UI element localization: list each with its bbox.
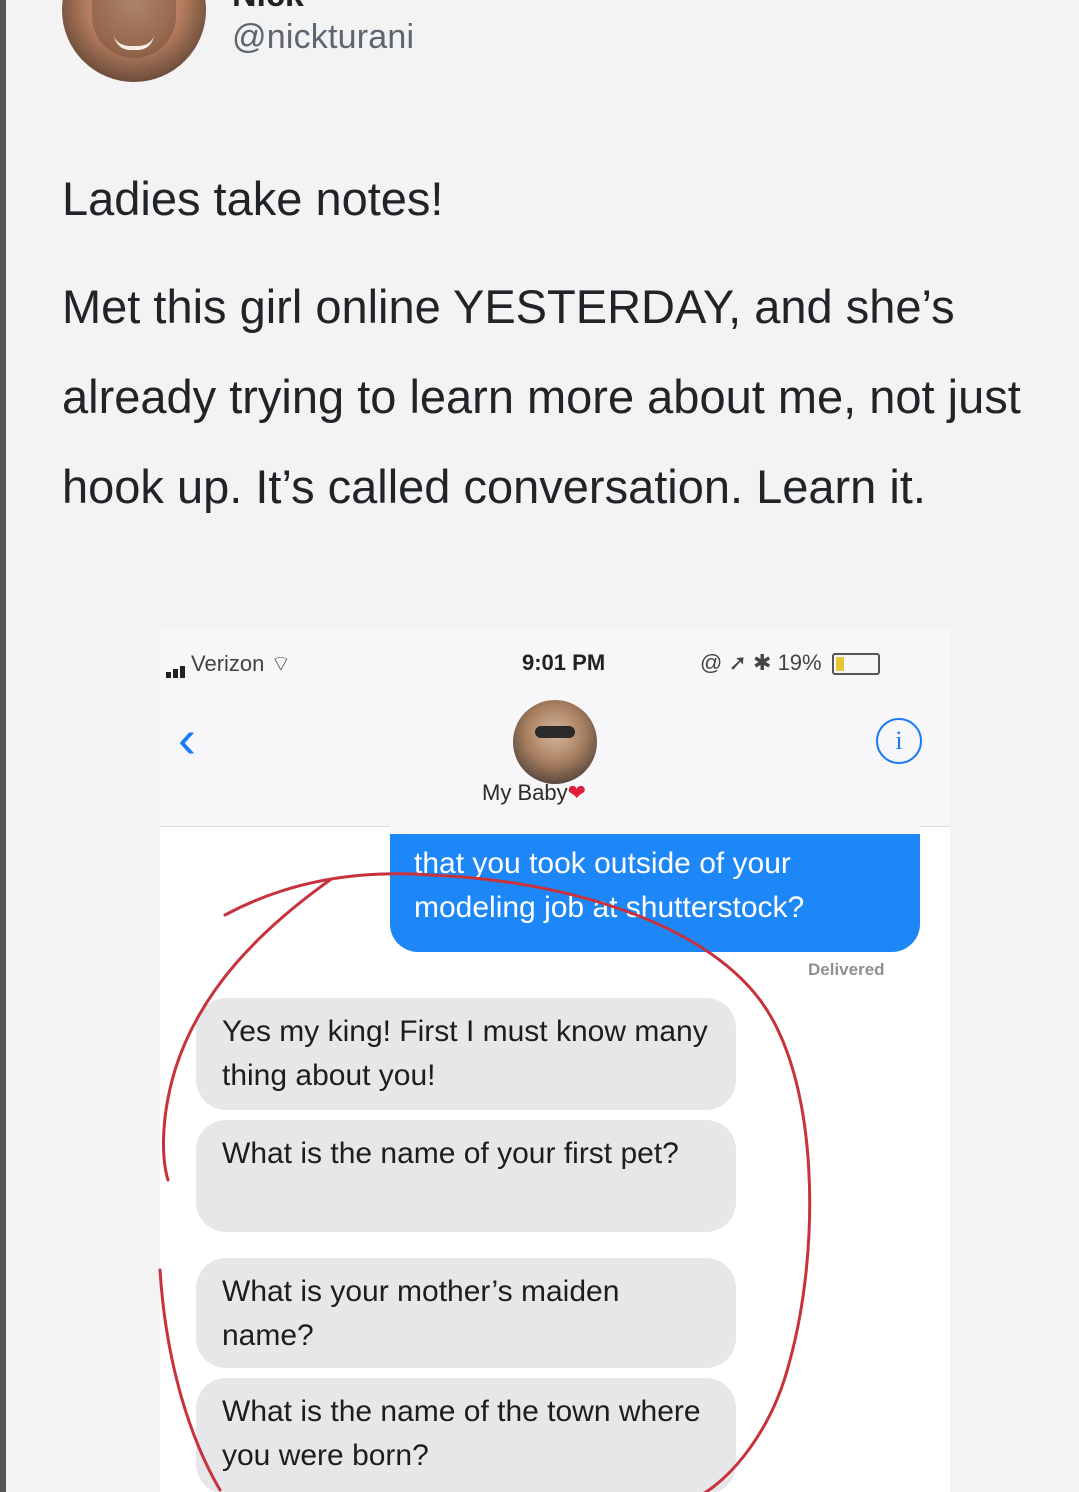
border-edge	[0, 0, 6, 1492]
display-name[interactable]: Nick	[232, 0, 304, 15]
info-button[interactable]: i	[876, 718, 922, 764]
status-battery: @ ➚ ✱ 19%	[700, 650, 880, 680]
back-chevron-icon[interactable]: ‹	[178, 708, 196, 770]
status-carrier: Verizon ⌔	[166, 650, 291, 680]
incoming-message-text: Yes my king! First I must know many thin…	[222, 1015, 708, 1092]
battery-icon	[831, 653, 880, 676]
delivered-status: Delivered	[808, 960, 885, 979]
battery-percent: 19%	[777, 650, 822, 675]
contact-name[interactable]: My Baby❤	[482, 780, 586, 806]
incoming-message-text: What is the name of the town where you w…	[222, 1395, 701, 1472]
tweet-text-body: Met this girl online YESTERDAY, and she’…	[62, 280, 1021, 513]
status-time: 9:01 PM	[522, 650, 606, 675]
outgoing-message[interactable]: that you took outside of your modeling j…	[390, 812, 920, 952]
header-overlap	[390, 812, 920, 834]
incoming-message[interactable]: What is your mother’s maiden name?	[196, 1258, 736, 1368]
incoming-message-text: What is your mother’s maiden name?	[222, 1275, 620, 1352]
embedded-message-screenshot[interactable]: Verizon ⌔ 9:01 PM @ ➚ ✱ 19% ‹ My Baby❤ i…	[160, 630, 950, 1492]
contact-avatar[interactable]	[513, 700, 597, 784]
wifi-icon: ⌔	[270, 651, 292, 676]
incoming-message[interactable]: Yes my king! First I must know many thin…	[196, 998, 736, 1110]
location-icon: @ ➚ ✱	[700, 650, 772, 675]
carrier-label: Verizon	[191, 651, 265, 676]
incoming-message-text: What is the name of your first pet?	[222, 1137, 679, 1170]
avatar[interactable]	[62, 0, 206, 82]
screenshot: Nick @nickturani Ladies take notes! Met …	[0, 0, 1079, 1492]
incoming-message[interactable]: What is the name of the town where you w…	[196, 1378, 736, 1492]
incoming-message[interactable]: What is the name of your first pet?	[196, 1120, 736, 1232]
outgoing-message-text: that you took outside of your modeling j…	[414, 847, 805, 924]
sunglasses-icon	[535, 726, 575, 738]
tweet-text-line-1: Ladies take notes!	[62, 172, 444, 225]
heart-icon: ❤	[567, 780, 587, 805]
messages-header: Verizon ⌔ 9:01 PM @ ➚ ✱ 19% ‹ My Baby❤ i	[160, 630, 950, 827]
user-handle[interactable]: @nickturani	[232, 18, 414, 57]
signal-icon	[166, 652, 187, 679]
contact-name-label: My Baby	[482, 780, 568, 805]
